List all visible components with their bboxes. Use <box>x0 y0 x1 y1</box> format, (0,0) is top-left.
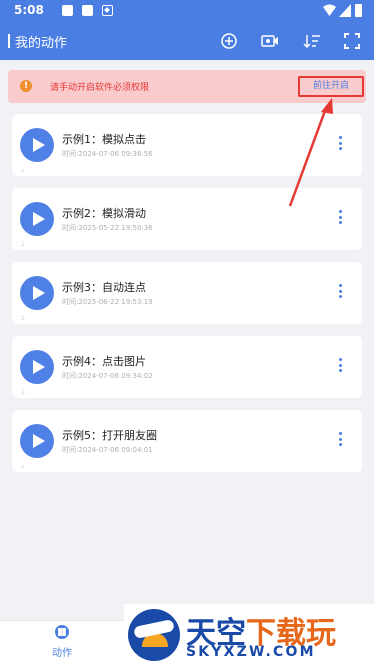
nav-item-actions[interactable]: 动作 <box>38 625 86 663</box>
site-watermark: 天空下载玩 SKYXZW.COM <box>124 604 374 664</box>
watermark-url: SKYXZW.COM <box>186 644 316 660</box>
nav-item-label: 动作 <box>52 648 72 659</box>
site-logo <box>128 609 180 661</box>
grid-icon <box>55 625 69 639</box>
annotation-arrow <box>288 98 333 207</box>
